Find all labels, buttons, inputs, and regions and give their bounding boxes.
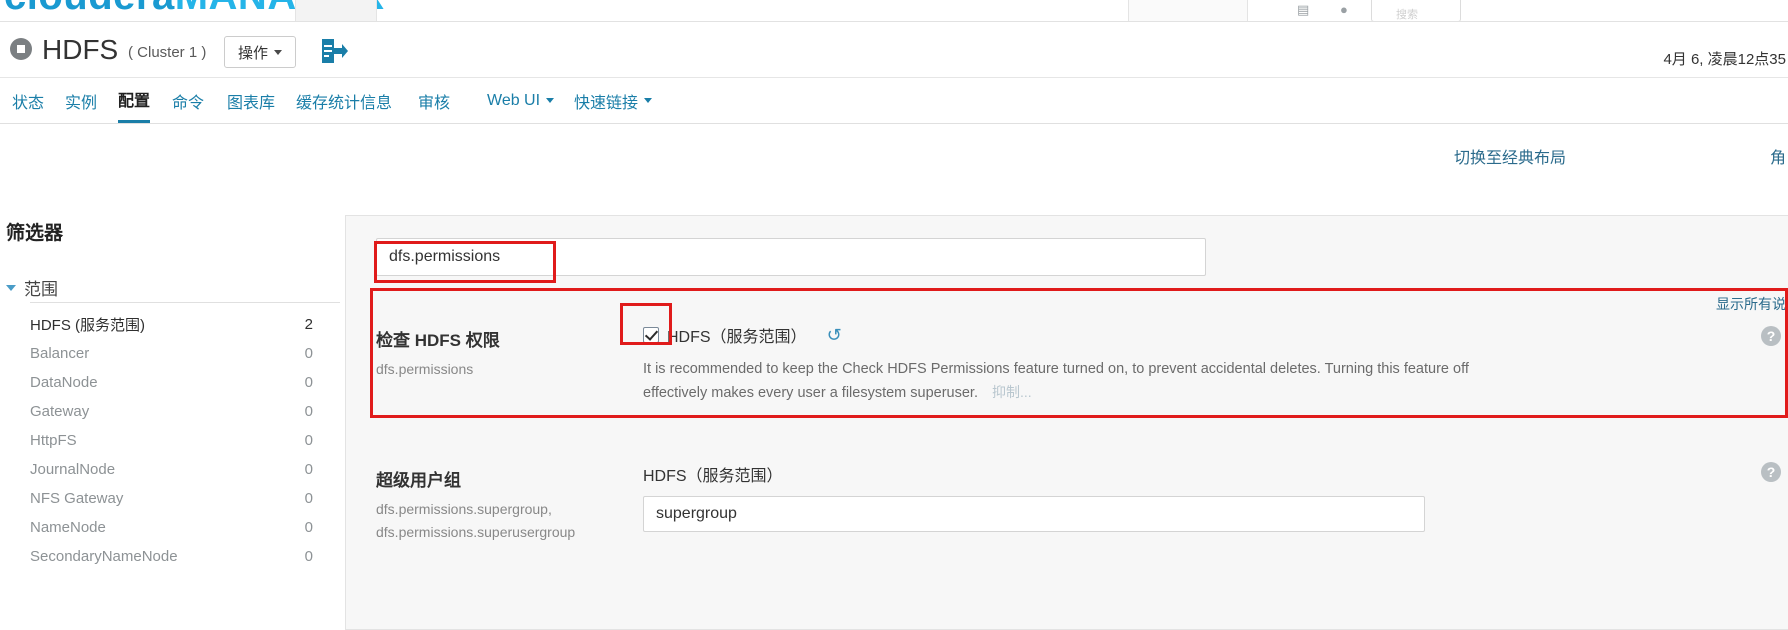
cluster-name: ( Cluster 1 ) <box>128 44 207 61</box>
sidebar-item-label: NameNode <box>30 518 106 536</box>
global-search-placeholder: 搜索 <box>1396 9 1418 21</box>
header-timestamp: 4月 6, 凌晨12点35 <box>1663 51 1786 68</box>
tab-configuration[interactable]: 配置 <box>118 78 151 123</box>
sidebar-item-gateway[interactable]: Gateway 0 <box>30 397 345 425</box>
sidebar-item-label: Balancer <box>30 344 90 362</box>
tab-instances[interactable]: 实例 <box>65 78 97 123</box>
tab-quick-links[interactable]: 快速链接 <box>574 78 653 123</box>
chevron-down-icon <box>6 284 16 291</box>
sidebar-item-hdfs-service-wide[interactable]: HDFS (服务范围) 2 <box>30 310 345 338</box>
sidebar-item-balancer[interactable]: Balancer 0 <box>30 339 345 367</box>
nav-tab-stub-left[interactable] <box>295 0 377 21</box>
config-row-check-hdfs-permissions: 检查 HDFS 权限 dfs.permissions HDFS（服务范围） ↺ … <box>346 308 1788 448</box>
config-title: 超级用户组 <box>376 471 461 490</box>
sidebar-item-httpfs[interactable]: HttpFS 0 <box>30 426 345 454</box>
sidebar-item-secondarynamenode[interactable]: SecondaryNameNode 0 <box>30 542 345 570</box>
config-property-name: dfs.permissions <box>376 361 474 377</box>
configuration-panel: 显示所有说 检查 HDFS 权限 dfs.permissions HDFS（服务… <box>345 215 1788 630</box>
tab-status[interactable]: 状态 <box>12 78 44 123</box>
suppress-link[interactable]: 抑制... <box>992 384 1032 400</box>
chevron-down-icon <box>644 98 653 103</box>
sidebar-item-namenode[interactable]: NameNode 0 <box>30 513 345 541</box>
tab-status-label: 状态 <box>12 94 45 112</box>
config-description: It is recommended to keep the Check HDFS… <box>643 358 1473 405</box>
superuser-group-input[interactable] <box>643 496 1425 532</box>
page-title: HDFS <box>42 34 119 65</box>
sidebar-item-count: 0 <box>304 373 313 391</box>
tab-audits-label: 审核 <box>418 94 451 112</box>
tab-cache-statistics[interactable]: 缓存统计信息 <box>296 78 392 123</box>
sidebar-item-nfs-gateway[interactable]: NFS Gateway 0 <box>30 484 345 512</box>
tab-chart-library[interactable]: 图表库 <box>227 78 275 123</box>
sidebar-item-label: JournalNode <box>30 460 116 478</box>
bell-icon[interactable]: ● <box>1340 2 1348 17</box>
sidebar-item-label: NFS Gateway <box>30 489 124 507</box>
chevron-down-icon <box>274 49 283 55</box>
sidebar-item-label: HttpFS <box>30 431 77 449</box>
checkbox-line: HDFS（服务范围） ↺ <box>643 322 1473 348</box>
reset-icon[interactable]: ↺ <box>827 326 842 344</box>
sidebar-item-label: DataNode <box>30 373 98 391</box>
sidebar-item-count: 2 <box>304 315 313 333</box>
config-scope-label: HDFS（服务范围） <box>667 329 807 346</box>
sidebar-item-label: SecondaryNameNode <box>30 547 178 565</box>
config-title: 检查 HDFS 权限 <box>376 331 500 350</box>
config-label: 超级用户组 dfs.permissions.supergroup, dfs.pe… <box>376 466 646 543</box>
sidebar-item-journalnode[interactable]: JournalNode 0 <box>30 455 345 483</box>
grid-icon[interactable]: ▤ <box>1297 2 1309 18</box>
export-icon[interactable] <box>318 35 348 67</box>
config-label: 检查 HDFS 权限 dfs.permissions <box>376 326 646 380</box>
config-value: HDFS（服务范围） <box>643 462 1425 532</box>
help-icon[interactable]: ? <box>1761 326 1781 346</box>
sidebar-item-label: Gateway <box>30 402 90 420</box>
filters-title: 筛选器 <box>6 223 64 244</box>
sidebar-item-count: 0 <box>304 489 313 507</box>
sidebar-item-count: 0 <box>304 547 313 565</box>
page-body: 筛选器 范围 HDFS (服务范围) 2 Balancer 0 DataNode… <box>0 190 1788 630</box>
config-search-input[interactable] <box>376 238 1206 276</box>
config-property-name-line2: dfs.permissions.superusergroup <box>376 524 576 540</box>
service-nav-tabs: 状态 实例 配置 命令 图表库 缓存统计信息 审核 Web UI 快速链接 <box>0 78 1788 124</box>
tab-commands-label: 命令 <box>172 94 205 112</box>
config-row-superuser-group: 超级用户组 dfs.permissions.supergroup, dfs.pe… <box>346 448 1788 568</box>
service-header: HDFS ( Cluster 1 ) 操作 4月 6, 凌晨12点35 <box>0 22 1788 78</box>
config-value: HDFS（服务范围） ↺ It is recommended to keep t… <box>643 322 1473 405</box>
switch-classic-layout-link[interactable]: 切换至经典布局 <box>1454 144 1566 168</box>
config-description-text: It is recommended to keep the Check HDFS… <box>643 361 1469 401</box>
tab-web-ui-label: Web UI <box>487 91 541 109</box>
sidebar-item-count: 0 <box>304 402 313 420</box>
sidebar-item-datanode[interactable]: DataNode 0 <box>30 368 345 396</box>
sidebar-item-count: 0 <box>304 518 313 536</box>
tab-cache-statistics-label: 缓存统计信息 <box>296 94 393 112</box>
tab-web-ui[interactable]: Web UI <box>487 78 555 123</box>
config-search-row <box>376 238 1206 276</box>
sidebar-item-count: 0 <box>304 431 313 449</box>
tab-instances-label: 实例 <box>65 94 98 112</box>
sidebar-item-count: 0 <box>304 460 313 478</box>
actions-button[interactable]: 操作 <box>224 36 297 68</box>
sidebar-item-count: 0 <box>304 344 313 362</box>
tab-chart-library-label: 图表库 <box>227 94 276 112</box>
roles-link[interactable]: 角 <box>1770 144 1786 168</box>
tab-audits[interactable]: 审核 <box>418 78 450 123</box>
tab-quick-links-label: 快速链接 <box>574 94 639 112</box>
help-icon[interactable]: ? <box>1761 462 1781 482</box>
actions-button-label: 操作 <box>238 44 269 62</box>
config-scope-label: HDFS（服务范围） <box>643 468 783 485</box>
filter-group-scope[interactable]: 范围 <box>6 275 58 300</box>
layout-toolbar: 切换至经典布局 角 <box>0 124 1788 190</box>
tab-configuration-label: 配置 <box>118 93 151 110</box>
nav-tab-stub-right[interactable] <box>1128 0 1248 21</box>
logo-word-cloudera: cloudera <box>4 0 175 18</box>
config-property-name-line1: dfs.permissions.supergroup, <box>376 501 552 517</box>
check-hdfs-permissions-checkbox[interactable] <box>643 327 659 343</box>
filter-group-scope-label: 范围 <box>24 280 58 299</box>
tab-commands[interactable]: 命令 <box>172 78 204 123</box>
sidebar-divider <box>30 302 340 303</box>
service-stopped-icon <box>10 38 32 60</box>
chevron-down-icon <box>546 98 555 103</box>
brand-bar: clouderaMANAGER ▤ ● 搜索 <box>0 0 1788 22</box>
global-search-box[interactable]: 搜索 <box>1371 0 1461 21</box>
sidebar-item-label: HDFS (服务范围) <box>30 316 145 334</box>
